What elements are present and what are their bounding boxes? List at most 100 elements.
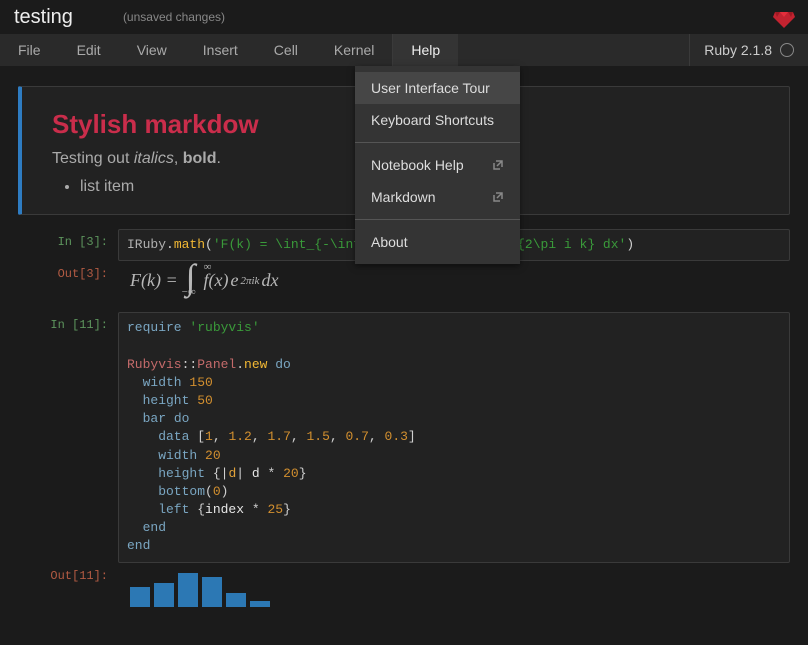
bar [250,601,270,607]
math-text: dx [261,270,278,291]
menu-view[interactable]: View [119,34,185,66]
help-notebook-help[interactable]: Notebook Help [355,149,520,181]
math-text: f(x) [204,270,229,291]
math-limit-top: ∞ [204,261,212,273]
tok: 1.7 [267,429,290,444]
help-dropdown: User Interface Tour Keyboard Shortcuts N… [355,66,520,264]
bar [130,587,150,607]
tok: height [127,466,213,481]
out-prompt: Out[3]: [18,261,118,281]
math-exp: 2πik [240,275,259,287]
header-bar: testing (unsaved changes) [0,0,808,34]
tok: 1.2 [228,429,251,444]
tok: math [174,237,205,252]
tok: . [236,357,244,372]
bar [226,593,246,607]
bar [178,573,198,607]
menu-edit[interactable]: Edit [59,34,119,66]
tok: bar [127,411,174,426]
tok: } [283,502,291,517]
menu-insert[interactable]: Insert [185,34,256,66]
code-input[interactable]: require 'rubyvis' Rubyvis::Panel.new do … [118,312,790,562]
tok: end [127,520,166,535]
math-text: F(k) = [130,270,178,291]
external-link-icon [492,191,504,203]
save-status: (unsaved changes) [123,10,225,24]
notebook-name[interactable]: testing [14,6,73,29]
tok: end [127,538,150,553]
menu-separator [355,219,520,220]
tok: ) [221,484,229,499]
tok: width [127,375,189,390]
code-output: F(k) = ∫ ∞ −∞ f(x) e2πik dx [118,261,790,300]
bar-chart [126,569,782,607]
tok: } [299,466,307,481]
tok: 20 [275,466,298,481]
md-text: , [174,150,183,167]
tok: ] [408,429,416,444]
tok: 0 [213,484,221,499]
tok: left [127,502,197,517]
tok: 0.7 [346,429,369,444]
out-prompt: Out[11]: [18,563,118,583]
tok: IRuby [127,237,166,252]
tok: ( [205,237,213,252]
code-cell-2: In [11]: require 'rubyvis' Rubyvis::Pane… [18,312,790,612]
tok: | [236,466,244,481]
md-text: . [217,150,221,167]
kernel-idle-icon [780,43,794,57]
tok: width [127,448,205,463]
tok: d [244,466,267,481]
integral-symbol: ∫ ∞ −∞ [182,267,200,294]
help-ui-tour[interactable]: User Interface Tour [355,72,520,104]
tok: 25 [260,502,283,517]
tok: 150 [189,375,212,390]
tok: { [213,466,221,481]
tok: require [127,320,182,335]
tok: 20 [205,448,221,463]
math-limit-bottom: −∞ [182,286,196,298]
tok: , [213,429,229,444]
help-keyboard-shortcuts[interactable]: Keyboard Shortcuts [355,104,520,136]
external-link-icon [492,159,504,171]
math-formula: F(k) = ∫ ∞ −∞ f(x) e2πik dx [126,267,782,294]
menu-file[interactable]: File [0,34,59,66]
kernel-name: Ruby 2.1.8 [704,42,772,58]
md-bold: bold [183,150,217,167]
tok: new [244,357,267,372]
menu-label: Notebook Help [371,157,464,173]
tok: do [267,357,290,372]
tok: ) [626,237,634,252]
tok: Rubyvis [127,357,182,372]
menu-label: Markdown [371,189,436,205]
menu-help[interactable]: Help [392,34,458,66]
menu-cell[interactable]: Cell [256,34,316,66]
menubar: File Edit View Insert Cell Kernel Help R… [0,34,808,66]
tok: height [127,393,197,408]
in-prompt: In [11]: [18,312,118,332]
tok: , [330,429,346,444]
bar [154,583,174,607]
math-text: e [230,270,238,291]
tok: [ [197,429,205,444]
menu-kernel[interactable]: Kernel [316,34,392,66]
tok: do [174,411,190,426]
bar [202,577,222,607]
tok: ( [205,484,213,499]
tok: data [127,429,197,444]
ruby-logo-icon [772,2,796,33]
help-markdown[interactable]: Markdown [355,181,520,213]
help-about[interactable]: About [355,226,520,258]
tok: index [205,502,252,517]
tok: . [166,237,174,252]
menu-separator [355,142,520,143]
tok: bottom [127,484,205,499]
kernel-indicator: Ruby 2.1.8 [689,34,808,66]
tok: , [369,429,385,444]
tok: 'rubyvis' [189,320,259,335]
tok: 1.5 [306,429,329,444]
tok: , [252,429,268,444]
tok: 0.3 [385,429,408,444]
md-italics: italics [134,150,174,167]
tok: , [291,429,307,444]
